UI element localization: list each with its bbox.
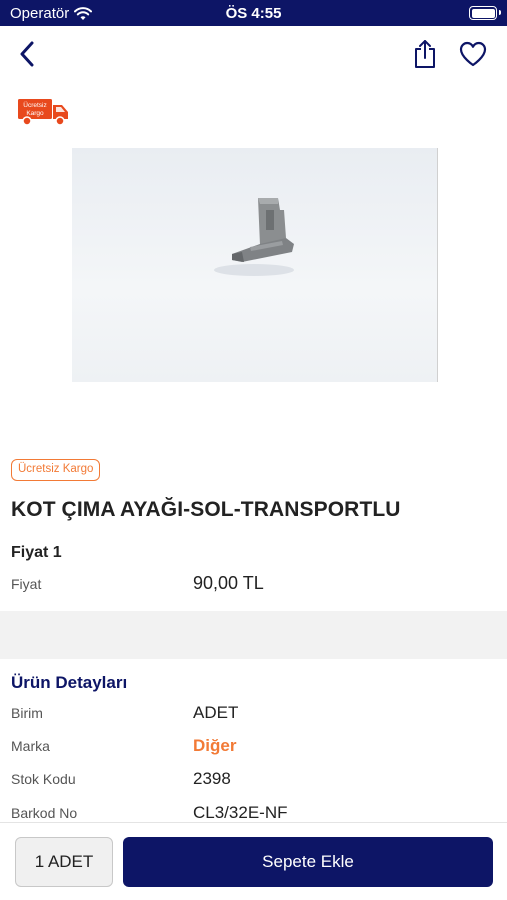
- quantity-button[interactable]: 1 ADET: [15, 837, 113, 887]
- share-button[interactable]: [408, 37, 442, 71]
- heart-icon: [459, 41, 487, 67]
- share-icon: [415, 40, 435, 68]
- product-image[interactable]: [72, 148, 438, 382]
- detail-value-barcode: CL3/32E-NF: [193, 803, 288, 822]
- detail-label-unit: Birim: [11, 705, 43, 721]
- price-heading: Fiyat 1: [11, 544, 62, 561]
- price-label: Fiyat: [11, 576, 42, 592]
- truck-badge-line1: Ücretsiz: [23, 101, 46, 109]
- product-title: KOT ÇIMA AYAĞI-SOL-TRANSPORTLU: [11, 498, 401, 521]
- detail-value-brand[interactable]: Diğer: [193, 736, 236, 756]
- free-shipping-truck-icon: Ücretsiz Kargo: [18, 99, 68, 126]
- favorite-button[interactable]: [455, 37, 491, 71]
- details-heading: Ürün Detayları: [11, 673, 128, 692]
- add-to-cart-button[interactable]: Sepete Ekle: [123, 837, 493, 887]
- status-bar: Operatör ÖS 4:55: [0, 0, 507, 26]
- nav-bar: [0, 26, 507, 82]
- status-time: ÖS 4:55: [225, 5, 282, 22]
- detail-label-stock-code: Stok Kodu: [11, 771, 76, 787]
- free-shipping-badge: Ücretsiz Kargo: [11, 459, 101, 481]
- detail-label-brand: Marka: [11, 738, 50, 754]
- detail-label-barcode: Barkod No: [11, 805, 78, 821]
- detail-value-unit: ADET: [193, 703, 239, 722]
- presser-foot-illustration: [214, 198, 294, 276]
- truck-badge-line2: Kargo: [26, 110, 44, 117]
- section-divider: [0, 611, 507, 659]
- chevron-left-icon: [20, 41, 34, 67]
- battery-icon: [469, 6, 501, 20]
- detail-value-stock-code: 2398: [193, 769, 231, 788]
- back-button[interactable]: [12, 38, 42, 70]
- price-value: 90,00 TL: [193, 573, 264, 593]
- bottom-action-bar: 1 ADET Sepete Ekle: [0, 822, 507, 900]
